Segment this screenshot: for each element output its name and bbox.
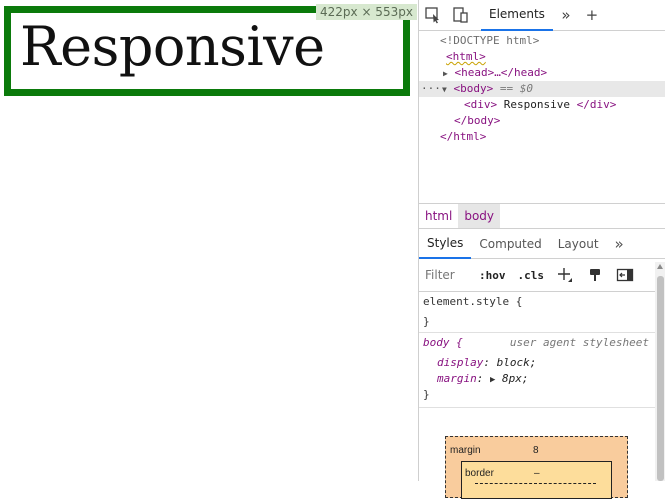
dom-html-open[interactable]: <html> (446, 49, 486, 65)
box-model-margin-value[interactable]: 8 (533, 445, 539, 456)
responsive-text: Responsive (20, 15, 325, 78)
dom-head-text: <head>…</head> (454, 66, 548, 79)
margin-declaration[interactable]: margin: ▶ 8px; (423, 371, 655, 387)
dom-body-open[interactable]: ▼ <body> == $0 (442, 81, 533, 97)
dom-body-text: <body> (453, 82, 494, 95)
dom-body-close[interactable]: </body> (454, 113, 500, 129)
box-model-padding-edge (475, 483, 596, 496)
devtools-toolbar: Elements » + (419, 0, 665, 31)
plus-icon[interactable] (550, 263, 580, 287)
styles-subtabs: Styles Computed Layout » (419, 228, 665, 259)
body-rule-header: body { user agent stylesheet (423, 335, 655, 351)
chevrons-right-icon[interactable]: » (607, 229, 632, 258)
styles-filter-bar: Filter :hov .cls (419, 259, 655, 292)
tab-computed[interactable]: Computed (471, 229, 549, 258)
body-rule-close: } (423, 388, 430, 401)
body-ua-rule: body { user agent stylesheet display: bl… (419, 333, 655, 408)
margin-property: margin (437, 372, 477, 385)
dom-div-node[interactable]: <div> Responsive </div> (464, 97, 616, 113)
dom-more-ellipsis[interactable]: ··· (421, 81, 441, 97)
plus-icon[interactable]: + (579, 1, 605, 29)
devtools-panel: Elements » + <!DOCTYPE html> <html> ▶ <h… (418, 0, 665, 499)
dom-doctype[interactable]: <!DOCTYPE html> (440, 33, 539, 49)
inspect-element-icon[interactable] (419, 1, 447, 29)
expand-triangle-icon[interactable]: ▶ (443, 69, 448, 78)
dom-html-close[interactable]: </html> (440, 129, 486, 145)
dimensions-badge: 422px × 553px (316, 4, 417, 20)
scroll-thumb[interactable] (657, 276, 664, 481)
page-viewport: Responsive 422px × 553px (0, 0, 418, 481)
element-style-close: } (423, 315, 430, 328)
box-model-margin-label: margin (450, 445, 481, 456)
box-model-border-value[interactable]: – (534, 468, 540, 479)
margin-value: 8px; (502, 372, 529, 385)
dom-div-close: </div> (576, 98, 617, 111)
cls-button[interactable]: .cls (512, 269, 551, 282)
breadcrumb-body[interactable]: body (458, 204, 501, 228)
expand-triangle-icon[interactable]: ▶ (490, 375, 495, 385)
scroll-up-arrow-icon[interactable] (657, 264, 663, 269)
hov-button[interactable]: :hov (473, 269, 512, 282)
dom-div-text: Responsive (497, 98, 577, 111)
tab-elements[interactable]: Elements (481, 0, 553, 31)
box-model-border: border – (461, 461, 612, 499)
box-model-border-label: border (465, 468, 494, 479)
dom-div-open: <div> (464, 98, 498, 111)
element-style-rule: element.style { } (419, 292, 655, 333)
styles-scrollbar[interactable] (655, 262, 665, 481)
toggle-sidebar-icon[interactable] (610, 263, 640, 287)
dom-html-open-text: <html> (446, 50, 486, 63)
tab-styles[interactable]: Styles (419, 228, 472, 259)
display-declaration[interactable]: display: block; (423, 355, 655, 371)
dom-selected-marker: == $0 (499, 82, 533, 95)
element-style-open[interactable]: element.style { (423, 294, 655, 310)
display-value: block; (496, 356, 537, 369)
box-model-diagram: margin 8 border – (445, 436, 628, 499)
body-selector[interactable]: body { (423, 336, 463, 349)
dom-head-node[interactable]: ▶ <head>…</head> (443, 65, 547, 81)
tab-layout[interactable]: Layout (550, 229, 607, 258)
display-property: display (437, 356, 484, 369)
chevrons-right-icon[interactable]: » (553, 1, 579, 29)
rule-source: user agent stylesheet (509, 336, 649, 349)
device-toolbar-icon[interactable] (447, 1, 475, 29)
filter-input[interactable]: Filter (425, 265, 471, 285)
breadcrumb-html[interactable]: html (419, 204, 458, 228)
breadcrumb: html body (419, 203, 665, 229)
paint-bucket-icon[interactable] (580, 263, 610, 287)
collapse-triangle-icon[interactable]: ▼ (442, 85, 447, 94)
dom-tree: <!DOCTYPE html> <html> ▶ <head>…</head> … (419, 31, 665, 202)
